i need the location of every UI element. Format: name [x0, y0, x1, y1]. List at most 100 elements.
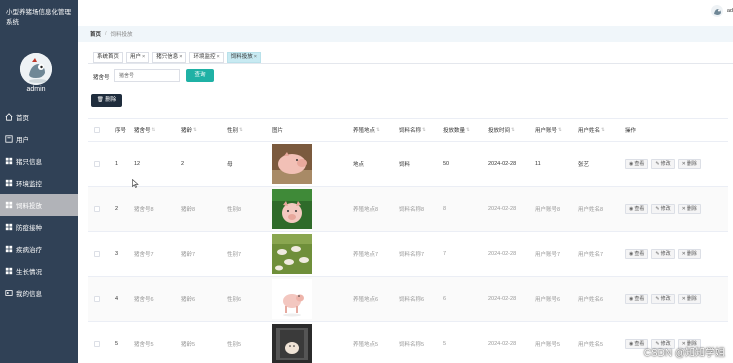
breadcrumb-separator: /	[105, 31, 107, 37]
cell-index: 4	[115, 296, 119, 302]
column-header[interactable]: 序号	[115, 119, 126, 141]
edit-button[interactable]: ✎ 修改	[651, 204, 675, 214]
cell-qty: 5	[443, 341, 447, 347]
cell-location: 养殖地点5	[353, 342, 379, 348]
side-menu: 首页 用户 猪只信息 环境监控 饲料投放 防疫接种 疾病治疗 生长情况 我的信息	[0, 106, 78, 304]
pig-photo[interactable]	[272, 189, 312, 229]
username: admin	[26, 86, 46, 93]
view-button[interactable]: ◉ 查看	[625, 294, 649, 304]
row-checkbox[interactable]	[94, 322, 100, 363]
sidebar: 小型养猪场信息化管理系统 admin 首页 用户 猪只信息 环境监控 饲料投放 …	[0, 0, 78, 363]
pig-photo[interactable]	[272, 144, 312, 184]
sidebar-item-user[interactable]: 用户	[0, 128, 78, 150]
sidebar-item-growth[interactable]: 生长情况	[0, 260, 78, 282]
row-checkbox[interactable]	[94, 187, 100, 231]
cell-name: 用户姓名8	[578, 207, 604, 213]
pig-photo[interactable]	[272, 234, 312, 274]
tab-user[interactable]: 用户×	[126, 52, 150, 63]
row-checkbox[interactable]	[94, 142, 100, 186]
sidebar-item-home[interactable]: 首页	[0, 106, 78, 128]
pig-photo[interactable]	[272, 324, 312, 363]
cell-account: 用户账号5	[535, 342, 561, 348]
tab-feeding[interactable]: 饲料投放×	[226, 52, 261, 63]
table-row: 1 12 2 母 地点 饲料 50 2024-02-28 11 张艺 ◉ 查看 ✎…	[88, 142, 728, 187]
view-button[interactable]: ◉ 查看	[625, 249, 649, 259]
sidebar-item-my-info[interactable]: 我的信息	[0, 282, 78, 304]
sidebar-item-label: 用户	[16, 137, 29, 144]
sidebar-item-feeding[interactable]: 饲料投放	[0, 194, 78, 216]
cell-feed: 饲料名称6	[399, 297, 425, 303]
delete-button[interactable]: ✕ 删除	[677, 294, 701, 304]
close-icon: ✕	[681, 296, 686, 302]
search-button[interactable]: 查询	[186, 69, 214, 82]
row-checkbox[interactable]	[94, 232, 100, 276]
select-all-checkbox[interactable]	[94, 119, 100, 141]
table-row: 3 猪舍号7 猪龄7 性别7 养殖地点7 饲料名称7 7 2024-02-28 …	[88, 232, 728, 277]
sidebar-item-label: 饲料投放	[16, 203, 42, 210]
cell-index: 3	[115, 251, 119, 257]
edit-button[interactable]: ✎ 修改	[651, 294, 675, 304]
row-actions: ◉ 查看 ✎ 修改 ✕ 删除	[625, 277, 701, 321]
sidebar-item-vaccination[interactable]: 防疫接种	[0, 216, 78, 238]
delete-button[interactable]: ✕ 删除	[677, 249, 701, 259]
row-checkbox[interactable]	[94, 277, 100, 321]
table-row: 4 猪舍号6 猪龄6 性别6 养殖地点6 饲料名称6 6 2024-02-28 …	[88, 277, 728, 322]
breadcrumb-home[interactable]: 首页	[90, 30, 101, 38]
close-icon[interactable]: ×	[217, 54, 220, 60]
cell-qty: 7	[443, 251, 447, 257]
delete-button[interactable]: ✕ 删除	[677, 204, 701, 214]
close-icon[interactable]: ×	[254, 54, 257, 60]
eye-icon: ◉	[629, 251, 634, 257]
close-icon[interactable]: ×	[179, 54, 182, 60]
batch-delete-button[interactable]: 🗑 删除	[91, 94, 122, 107]
sidebar-item-label: 首页	[16, 115, 29, 122]
cell-location: 地点	[353, 162, 365, 168]
view-button[interactable]: ◉ 查看	[625, 159, 649, 169]
cell-index: 5	[115, 341, 119, 347]
column-header[interactable]: 性别 ⇅	[227, 119, 243, 141]
column-header[interactable]: 猪龄 ⇅	[181, 119, 197, 141]
search-input[interactable]	[114, 69, 180, 82]
tab-home[interactable]: 系统首页	[93, 52, 124, 63]
cell-pen: 猪舍号5	[134, 342, 154, 348]
column-header[interactable]: 猪舍号 ⇅	[134, 119, 155, 141]
batch-delete-label: 删除	[105, 97, 117, 103]
tab-label: 饲料投放	[230, 54, 253, 60]
breadcrumb: 首页 / 饲料投放	[78, 26, 733, 42]
sidebar-item-environment[interactable]: 环境监控	[0, 172, 78, 194]
tab-pig-info[interactable]: 猪只信息×	[152, 52, 187, 63]
grid-icon	[5, 223, 13, 231]
top-user-avatar[interactable]	[711, 5, 723, 17]
column-header[interactable]: 饲料名称 ⇅	[399, 119, 426, 141]
cell-name: 张艺	[578, 162, 590, 168]
column-header[interactable]: 养殖地点 ⇅	[353, 119, 380, 141]
column-header[interactable]: 用户账号 ⇅	[535, 119, 562, 141]
close-icon: ✕	[681, 206, 686, 212]
tab-label: 用户	[130, 54, 142, 60]
user-avatar[interactable]	[20, 53, 52, 85]
delete-button[interactable]: ✕ 删除	[677, 159, 701, 169]
cell-account: 用户账号6	[535, 297, 561, 303]
cell-time: 2024-02-28	[488, 206, 517, 212]
view-button[interactable]: ◉ 查看	[625, 204, 649, 214]
system-title: 小型养猪场信息化管理系统	[6, 9, 71, 26]
grid-icon	[5, 157, 13, 165]
tab-environment[interactable]: 环境监控×	[189, 52, 224, 63]
cell-age: 猪龄6	[181, 297, 196, 303]
column-header[interactable]: 投放数量 ⇅	[443, 119, 470, 141]
close-icon[interactable]: ×	[142, 54, 145, 60]
edit-button[interactable]: ✎ 修改	[651, 249, 675, 259]
column-header[interactable]: 投放时间 ⇅	[488, 119, 515, 141]
top-username[interactable]: ad	[727, 8, 733, 14]
column-header[interactable]: 用户姓名 ⇅	[578, 119, 605, 141]
cell-feed: 饲料	[399, 162, 411, 168]
cell-gender: 母	[227, 162, 233, 168]
tab-bar: 系统首页 用户× 猪只信息× 环境监控× 饲料投放×	[93, 52, 261, 63]
edit-icon: ✎	[655, 251, 660, 257]
sidebar-item-pig-info[interactable]: 猪只信息	[0, 150, 78, 172]
cell-name: 用户姓名7	[578, 252, 604, 258]
pig-photo[interactable]	[272, 279, 312, 319]
edit-button[interactable]: ✎ 修改	[651, 159, 675, 169]
sidebar-item-treatment[interactable]: 疾病治疗	[0, 238, 78, 260]
row-actions: ◉ 查看 ✎ 修改 ✕ 删除	[625, 187, 701, 231]
